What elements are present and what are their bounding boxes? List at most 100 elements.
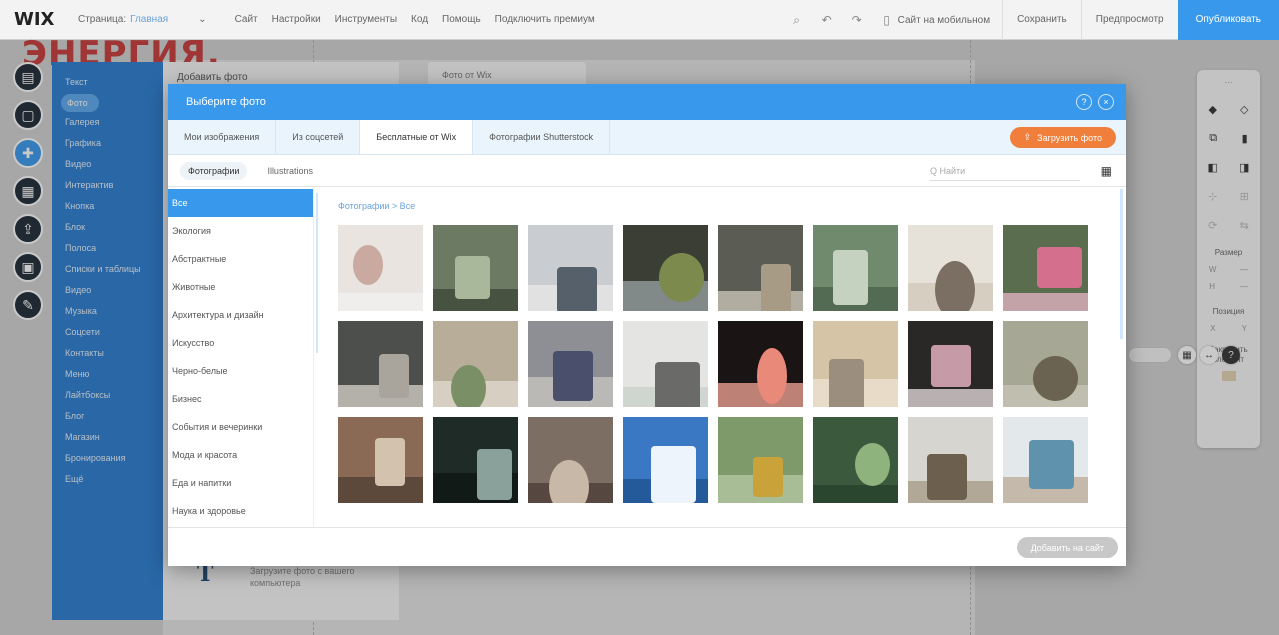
help-icon[interactable]: ? [1076,94,1092,110]
photo-shape [379,354,409,398]
dialog-body: Все Экология Абстрактные Животные Архитектур… [168,187,1126,527]
gallery-scrollbar[interactable] [1120,189,1123,339]
category-item[interactable]: Наука и здоровье [168,497,313,525]
category-item[interactable]: Бизнес [168,385,313,413]
category-item[interactable]: Экология [168,217,313,245]
photo-shape [651,446,696,503]
media-manager-dialog: Выберите фото ? × Мои изображения Из соц… [168,84,1126,566]
photo-thumbnail[interactable] [528,225,613,311]
category-item[interactable]: Искусство [168,329,313,357]
menu-help[interactable]: Помощь [442,14,481,25]
upload-photo-label: Загрузить фото [1037,132,1102,143]
category-item[interactable]: Архитектура и дизайн [168,301,313,329]
photo-thumbnail[interactable] [623,417,708,503]
photo-shape [338,293,423,311]
photo-thumbnail[interactable] [623,321,708,407]
photo-thumbnail[interactable] [908,417,993,503]
photo-thumbnail[interactable] [813,417,898,503]
tab-illustrations[interactable]: Illustrations [259,162,321,180]
category-item[interactable]: Все [168,189,313,217]
dialog-header: Выберите фото ? × [168,84,1126,120]
photo-shape [1037,247,1082,288]
photo-shape [1033,356,1078,401]
photo-thumbnail[interactable] [1003,225,1088,311]
photo-shape [375,438,405,486]
category-scrollbar[interactable] [316,193,318,353]
tab-shutterstock[interactable]: Фотографии Shutterstock [473,120,611,154]
photo-thumbnail[interactable] [528,417,613,503]
publish-button[interactable]: Опубликовать [1177,0,1279,40]
photo-thumbnail[interactable] [623,225,708,311]
upload-photo-button[interactable]: ⇪ Загрузить фото [1009,127,1116,148]
photo-thumbnail[interactable] [718,321,803,407]
photo-shape [908,389,993,407]
menu-upgrade[interactable]: Подключить премиум [495,14,595,25]
media-type-tabs: Фотографии Illustrations Q Найти ▦ [168,155,1126,187]
photo-grid [338,225,1088,503]
photo-shape [655,362,700,407]
redo-icon[interactable]: ↷ [850,13,864,27]
dialog-footer: Добавить на сайт [168,527,1126,566]
photo-thumbnail[interactable] [338,417,423,503]
category-item[interactable]: Черно-белые [168,357,313,385]
photo-thumbnail[interactable] [433,321,518,407]
chevron-down-icon[interactable]: ⌄ [198,14,206,25]
menu-site[interactable]: Сайт [235,14,258,25]
photo-shape [557,267,597,311]
zoom-icon[interactable]: ⌕ [790,13,804,27]
save-button[interactable]: Сохранить [1002,0,1081,40]
photo-thumbnail[interactable] [1003,417,1088,503]
photo-thumbnail[interactable] [718,225,803,311]
page-selector[interactable]: Главная [130,14,168,25]
undo-icon[interactable]: ↶ [820,13,834,27]
photo-shape [931,345,971,387]
menu-code[interactable]: Код [411,14,428,25]
photo-shape [813,485,898,503]
grid-view-icon[interactable]: ▦ [1101,164,1112,178]
category-item[interactable]: Еда и напитки [168,469,313,497]
search-input[interactable]: Q Найти [930,161,1080,181]
photo-thumbnail[interactable] [338,321,423,407]
tab-social[interactable]: Из соцсетей [276,120,361,154]
tab-free-wix[interactable]: Бесплатные от Wix [360,120,474,154]
category-item[interactable]: Животные [168,273,313,301]
category-item[interactable]: События и вечеринки [168,413,313,441]
source-tabs: Мои изображения Из соцсетей Бесплатные о… [168,120,1126,155]
photo-shape [553,351,593,401]
photo-shape [549,460,589,503]
photo-shape [833,250,868,305]
photo-shape [761,264,791,311]
photo-shape [753,457,783,497]
photo-thumbnail[interactable] [433,225,518,311]
photo-thumbnail[interactable] [433,417,518,503]
upload-icon: ⇪ [1023,132,1032,142]
photo-shape [855,443,890,486]
photo-shape [927,454,967,500]
category-item[interactable]: Мода и красота [168,441,313,469]
photo-thumbnail[interactable] [908,321,993,407]
photo-thumbnail[interactable] [908,225,993,311]
photo-thumbnail[interactable] [718,417,803,503]
breadcrumb[interactable]: Фотографии > Все [338,201,415,211]
photo-shape [1003,293,1088,311]
category-item[interactable]: Абстрактные [168,245,313,273]
menu-tools[interactable]: Инструменты [335,14,397,25]
photo-thumbnail[interactable] [1003,321,1088,407]
category-list: Все Экология Абстрактные Животные Архитектур… [168,187,314,527]
wix-logo: WIX [14,9,55,30]
mobile-toggle[interactable]: Сайт на мобильном [898,15,990,26]
tab-photos[interactable]: Фотографии [180,161,248,180]
photo-shape [829,359,864,407]
photo-thumbnail[interactable] [813,225,898,311]
top-right-controls: ⌕ ↶ ↷ ▯ Сайт на мобильном Сохранить Пред… [790,0,1279,40]
add-to-site-button[interactable]: Добавить на сайт [1016,537,1118,558]
mobile-icon[interactable]: ▯ [880,13,894,27]
tab-my-images[interactable]: Мои изображения [168,120,277,154]
photo-thumbnail[interactable] [813,321,898,407]
photo-thumbnail[interactable] [528,321,613,407]
close-icon[interactable]: × [1098,94,1114,110]
preview-button[interactable]: Предпросмотр [1080,0,1178,40]
photo-thumbnail[interactable] [338,225,423,311]
menu-settings[interactable]: Настройки [272,14,321,25]
photo-shape [659,253,704,302]
